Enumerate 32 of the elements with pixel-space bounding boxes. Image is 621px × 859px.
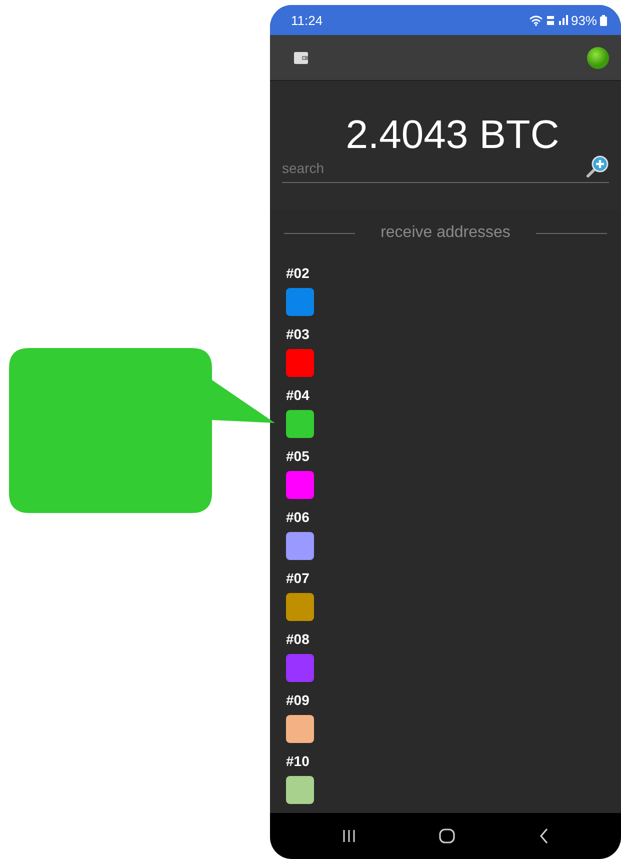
address-label: #10	[286, 752, 310, 770]
back-icon[interactable]	[539, 828, 550, 844]
clock-time: 11:24	[291, 12, 323, 28]
address-color-swatch[interactable]	[286, 593, 314, 621]
connection-status-icon	[587, 46, 609, 68]
wifi-icon	[528, 14, 543, 26]
signal-icon	[558, 15, 568, 25]
address-label: #09	[286, 691, 310, 709]
address-color-swatch[interactable]	[286, 410, 314, 438]
address-color-swatch[interactable]	[286, 776, 314, 804]
wallet-icon[interactable]	[294, 52, 308, 64]
home-icon[interactable]	[439, 828, 456, 844]
address-color-swatch[interactable]	[286, 715, 314, 743]
address-label: #08	[286, 630, 310, 648]
address-label: #06	[286, 508, 310, 526]
search-icon[interactable]	[585, 155, 609, 183]
address-label: #05	[286, 447, 310, 465]
section-title: receive addresses	[380, 224, 510, 242]
address-color-swatch[interactable]	[286, 349, 314, 377]
search-field[interactable]: search	[282, 157, 585, 183]
address-color-swatch[interactable]	[286, 288, 314, 316]
battery-percentage: 93%	[570, 12, 597, 28]
address-label: #04	[286, 386, 310, 404]
address-label: #02	[286, 264, 310, 282]
address-color-swatch[interactable]	[286, 532, 314, 560]
address-color-swatch[interactable]	[286, 471, 314, 499]
address-label: #03	[286, 325, 310, 343]
balance-amount: 2.4043 BTC	[346, 115, 560, 155]
recent-apps-icon[interactable]	[342, 829, 356, 843]
battery-icon	[600, 14, 607, 26]
address-label: #07	[286, 569, 310, 587]
address-color-swatch[interactable]	[286, 654, 314, 682]
